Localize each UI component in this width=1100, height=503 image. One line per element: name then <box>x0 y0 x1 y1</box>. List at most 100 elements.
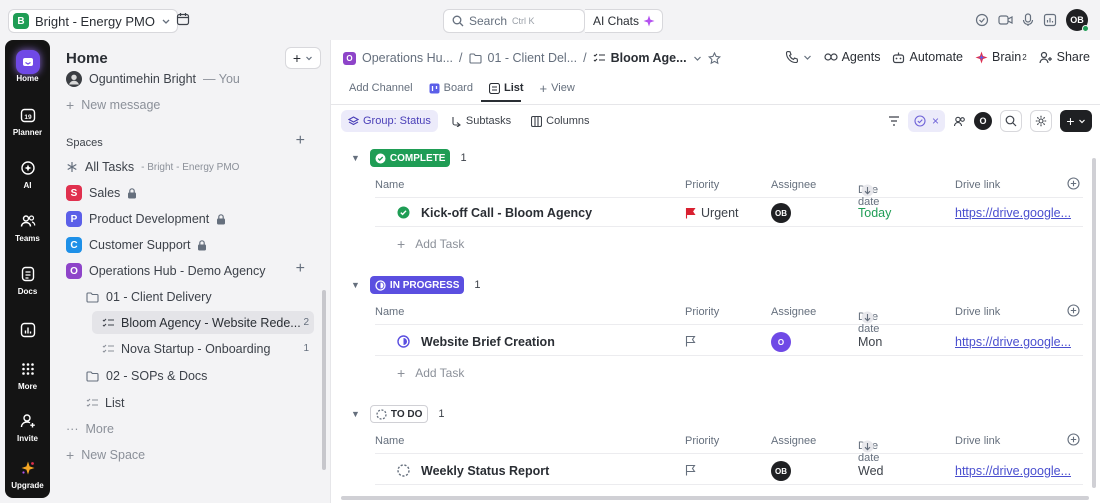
add-column-icon[interactable] <box>1067 304 1080 317</box>
assignee-avatar[interactable]: O <box>771 332 791 352</box>
rail-more[interactable]: More <box>5 358 50 391</box>
columns-button[interactable]: Columns <box>524 110 596 132</box>
tab-list[interactable]: List <box>488 82 524 94</box>
add-column-icon[interactable] <box>1067 433 1080 446</box>
subtasks-button[interactable]: Subtasks <box>444 110 518 132</box>
sidebar-list-nova-startup[interactable]: Nova Startup - Onboarding <box>102 338 270 360</box>
rail-upgrade[interactable]: Upgrade <box>5 457 50 490</box>
sidebar-list-bloom-agency[interactable]: Bloom Agency - Website Rede... <box>102 312 301 334</box>
status-to-do-icon[interactable] <box>397 464 410 477</box>
rail-dashboards[interactable] <box>5 319 50 343</box>
sidebar-item-sales[interactable]: S Sales <box>66 182 137 204</box>
sidebar-item-product-development[interactable]: P Product Development <box>66 208 226 230</box>
task-drive-link[interactable]: https://drive.google... <box>955 206 1071 220</box>
table-row[interactable]: Website Brief Creation O Mon https://dri… <box>375 328 1083 356</box>
add-task-dropdown-button[interactable]: + <box>1060 110 1092 132</box>
search-tasks-button[interactable] <box>1000 110 1022 132</box>
breadcrumb-list[interactable]: Bloom Age... <box>611 51 687 65</box>
sort-desc-icon[interactable] <box>861 311 874 324</box>
breadcrumb-space[interactable]: Operations Hu... <box>362 51 453 65</box>
sidebar-create-button[interactable]: + <box>285 47 321 69</box>
group-header-to-do[interactable]: ▼ TO DO 1 <box>351 405 445 423</box>
col-assignee[interactable]: Assignee <box>771 306 816 318</box>
me-filter-avatar[interactable]: O <box>974 112 992 130</box>
col-drive-link[interactable]: Drive link <box>955 435 1000 447</box>
col-drive-link[interactable]: Drive link <box>955 306 1000 318</box>
add-column-icon[interactable] <box>1067 177 1080 190</box>
task-priority[interactable]: Urgent <box>685 206 739 220</box>
table-row[interactable]: Weekly Status Report OB Wed https://driv… <box>375 457 1083 485</box>
sidebar-list-plain[interactable]: List <box>86 392 124 414</box>
settings-button[interactable] <box>1030 110 1052 132</box>
table-row[interactable]: Kick-off Call - Bloom Agency Urgent OB T… <box>375 199 1083 227</box>
close-icon[interactable]: × <box>932 114 939 128</box>
main-horizontal-scrollbar[interactable] <box>341 496 1089 500</box>
task-name[interactable]: Weekly Status Report <box>421 464 549 478</box>
sort-desc-icon[interactable] <box>861 184 874 197</box>
sidebar-new-space[interactable]: + New Space <box>66 444 145 466</box>
group-status-button[interactable]: Group: Status <box>341 110 438 132</box>
phone-menu-button[interactable] <box>785 50 812 64</box>
col-name[interactable]: Name <box>375 435 404 447</box>
rail-invite[interactable]: Invite <box>5 410 50 443</box>
ai-chats-button[interactable]: AI Chats <box>585 9 663 33</box>
sidebar-item-operations-hub[interactable]: O Operations Hub - Demo Agency <box>66 260 265 282</box>
task-name[interactable]: Kick-off Call - Bloom Agency <box>421 206 592 220</box>
rail-teams[interactable]: Teams <box>5 210 50 243</box>
status-complete-icon[interactable] <box>397 206 410 219</box>
sort-desc-icon[interactable] <box>861 440 874 453</box>
col-name[interactable]: Name <box>375 179 404 191</box>
sidebar-scrollbar[interactable] <box>322 290 326 470</box>
collapse-caret-icon[interactable]: ▼ <box>351 153 360 163</box>
workspace-switcher[interactable]: B Bright - Energy PMO <box>8 9 178 33</box>
sidebar-more[interactable]: ··· More <box>66 418 114 440</box>
check-circle-icon[interactable] <box>975 13 989 27</box>
brain-button[interactable]: Brain 2 <box>975 50 1027 64</box>
add-task-button[interactable]: + Add Task <box>397 363 464 383</box>
dashboard-icon[interactable] <box>1043 13 1057 27</box>
group-header-complete[interactable]: ▼ COMPLETE 1 <box>351 149 467 167</box>
task-priority[interactable] <box>685 335 701 347</box>
task-due-date[interactable]: Wed <box>858 464 883 478</box>
star-icon[interactable] <box>707 51 721 65</box>
task-priority[interactable] <box>685 464 701 476</box>
search-button[interactable]: Search Ctrl K <box>443 9 585 33</box>
task-drive-link[interactable]: https://drive.google... <box>955 464 1071 478</box>
collapse-caret-icon[interactable]: ▼ <box>351 280 360 290</box>
col-assignee[interactable]: Assignee <box>771 179 816 191</box>
rail-docs[interactable]: Docs <box>5 263 50 296</box>
breadcrumb-folder[interactable]: 01 - Client Del... <box>488 51 578 65</box>
sidebar-folder-sops-docs[interactable]: 02 - SOPs & Docs <box>86 365 207 387</box>
task-drive-link[interactable]: https://drive.google... <box>955 335 1071 349</box>
col-priority[interactable]: Priority <box>685 179 719 191</box>
share-button[interactable]: Share <box>1039 50 1090 64</box>
add-task-button[interactable]: + Add Task <box>397 234 464 254</box>
user-avatar[interactable]: OB <box>1066 9 1089 32</box>
tab-board[interactable]: Board <box>429 82 473 94</box>
chevron-down-icon[interactable] <box>693 54 702 63</box>
col-priority[interactable]: Priority <box>685 306 719 318</box>
filter-icon[interactable] <box>888 116 900 126</box>
col-assignee[interactable]: Assignee <box>771 435 816 447</box>
assignee-filter-icon[interactable] <box>953 115 966 128</box>
add-to-space-button[interactable]: + <box>296 260 305 278</box>
rail-home[interactable]: Home <box>5 50 50 83</box>
rail-ai[interactable]: AI <box>5 157 50 190</box>
sidebar-item-customer-support[interactable]: C Customer Support <box>66 234 207 256</box>
task-due-date[interactable]: Today <box>858 206 891 220</box>
closed-filter-pill[interactable]: × <box>907 110 945 132</box>
group-header-in-progress[interactable]: ▼ IN PROGRESS 1 <box>351 276 481 294</box>
new-message-button[interactable]: + New message <box>66 94 160 116</box>
assignee-avatar[interactable]: OB <box>771 461 791 481</box>
col-drive-link[interactable]: Drive link <box>955 179 1000 191</box>
task-due-date[interactable]: Mon <box>858 335 882 349</box>
add-channel-tab[interactable]: Add Channel <box>349 82 413 94</box>
sidebar-item-all-tasks[interactable]: All Tasks - Bright - Energy PMO <box>66 156 239 178</box>
sidebar-user-row[interactable]: Oguntimehin Bright — You <box>66 68 240 90</box>
sidebar-folder-client-delivery[interactable]: 01 - Client Delivery <box>86 286 212 308</box>
automate-button[interactable]: Automate <box>892 50 963 64</box>
main-vertical-scrollbar[interactable] <box>1092 158 1096 488</box>
rail-planner[interactable]: 19 Planner <box>5 104 50 137</box>
add-view-button[interactable]: + View <box>540 81 575 96</box>
collapse-caret-icon[interactable]: ▼ <box>351 409 360 419</box>
